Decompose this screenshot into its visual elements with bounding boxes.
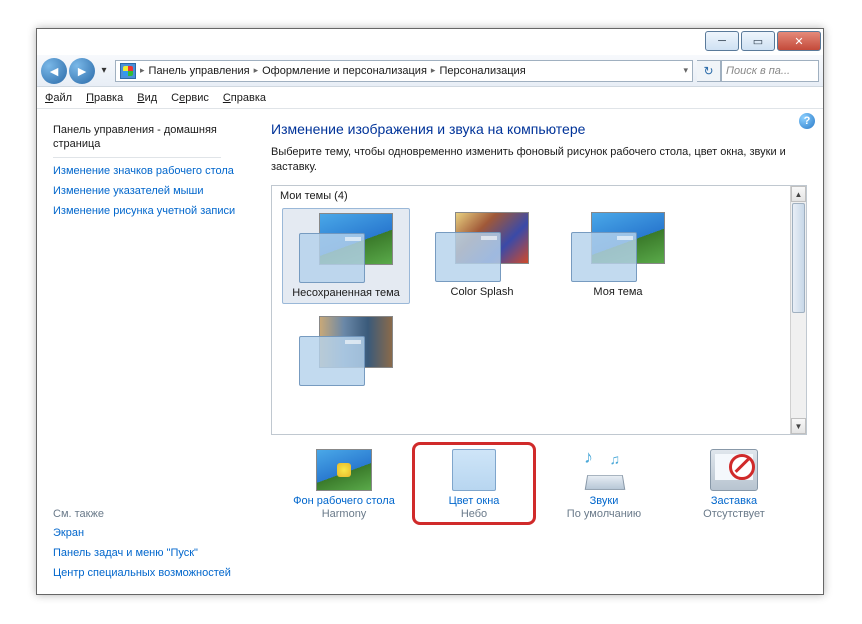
content-pane: ? Изменение изображения и звука на компь… — [245, 109, 823, 594]
help-icon[interactable]: ? — [799, 113, 815, 129]
sidebar: Панель управления - домашняя страница Из… — [37, 109, 245, 594]
search-input[interactable]: Поиск в па... — [721, 60, 819, 82]
screensaver-icon — [710, 449, 758, 491]
theme-name: Color Splash — [420, 286, 544, 298]
theme-name: Несохраненная тема — [285, 287, 407, 299]
setting-label: Цвет окна — [415, 495, 533, 507]
menu-tools[interactable]: Сервис — [171, 92, 209, 104]
minimize-button[interactable]: ─ — [705, 31, 739, 51]
sidebar-desktop-icons-link[interactable]: Изменение значков рабочего стола — [53, 164, 245, 178]
theme-unsaved[interactable]: Несохраненная тема — [282, 208, 410, 304]
scroll-down-icon[interactable]: ▼ — [791, 418, 806, 434]
setting-value: По умолчанию — [542, 508, 666, 520]
menu-edit[interactable]: Правка — [86, 92, 123, 104]
setting-label: Звуки — [542, 495, 666, 507]
address-bar[interactable]: ▸ Панель управления ▸ Оформление и персо… — [115, 60, 693, 82]
theme-thumb-icon — [565, 212, 671, 282]
my-themes-label: Мои темы (4) — [272, 186, 806, 206]
breadcrumb-control-panel[interactable]: Панель управления — [145, 65, 254, 77]
maximize-button[interactable]: ▭ — [741, 31, 775, 51]
setting-value: Небо — [415, 508, 533, 520]
sidebar-home-link[interactable]: Панель управления - домашняя страница — [53, 123, 245, 151]
explorer-window: ─ ▭ ✕ ◄ ► ▾ ▸ Панель управления ▸ Оформл… — [36, 28, 824, 595]
menu-view[interactable]: Вид — [137, 92, 157, 104]
nav-bar: ◄ ► ▾ ▸ Панель управления ▸ Оформление и… — [37, 55, 823, 87]
desktop-background-button[interactable]: Фон рабочего стола Harmony — [282, 449, 406, 525]
theme-thumb-icon — [293, 213, 399, 283]
sounds-button[interactable]: ♪♫ Звуки По умолчанию — [542, 449, 666, 525]
screensaver-button[interactable]: Заставка Отсутствует — [672, 449, 796, 525]
settings-row: Фон рабочего стола Harmony Цвет окна Неб… — [271, 435, 807, 525]
themes-panel: Мои темы (4) Несохраненная тема Color Sp… — [271, 185, 807, 435]
back-button[interactable]: ◄ — [41, 58, 67, 84]
close-button[interactable]: ✕ — [777, 31, 821, 51]
setting-value: Отсутствует — [672, 508, 796, 520]
theme-thumb-icon — [293, 316, 399, 386]
page-subtitle: Выберите тему, чтобы одновременно измени… — [271, 145, 807, 175]
page-title: Изменение изображения и звука на компьют… — [271, 121, 807, 137]
wallpaper-icon — [316, 449, 372, 491]
theme-name: Моя тема — [556, 286, 680, 298]
window-color-icon — [452, 449, 496, 491]
sidebar-account-picture-link[interactable]: Изменение рисунка учетной записи — [53, 204, 245, 218]
control-panel-icon — [120, 63, 136, 79]
breadcrumb-personalization[interactable]: Персонализация — [435, 65, 529, 77]
refresh-button[interactable]: ↻ — [697, 60, 721, 82]
menu-file[interactable]: Файл — [45, 92, 72, 104]
menu-bar: Файл Правка Вид Сервис Справка — [37, 87, 823, 109]
window-color-button[interactable]: Цвет окна Небо — [412, 442, 536, 525]
titlebar: ─ ▭ ✕ — [705, 29, 823, 55]
menu-help[interactable]: Справка — [223, 92, 266, 104]
nav-history-chevron-icon[interactable]: ▾ — [97, 65, 111, 76]
themes-list: Несохраненная тема Color Splash Моя тема — [272, 206, 806, 400]
address-chevron-icon[interactable]: ▾ — [683, 65, 688, 76]
breadcrumb-appearance[interactable]: Оформление и персонализация — [258, 65, 431, 77]
theme-color-splash[interactable]: Color Splash — [418, 208, 546, 304]
theme-my-theme[interactable]: Моя тема — [554, 208, 682, 304]
theme-thumb-icon — [429, 212, 535, 282]
body: Панель управления - домашняя страница Из… — [37, 109, 823, 594]
setting-label: Заставка — [672, 495, 796, 507]
setting-value: Harmony — [282, 508, 406, 520]
forward-button[interactable]: ► — [69, 58, 95, 84]
scrollbar[interactable]: ▲ ▼ — [790, 186, 806, 434]
theme-item[interactable] — [282, 312, 410, 394]
scroll-thumb[interactable] — [792, 203, 805, 313]
scroll-up-icon[interactable]: ▲ — [791, 186, 806, 202]
sidebar-mouse-pointers-link[interactable]: Изменение указателей мыши — [53, 184, 245, 198]
sounds-icon: ♪♫ — [580, 449, 628, 491]
setting-label: Фон рабочего стола — [282, 495, 406, 507]
